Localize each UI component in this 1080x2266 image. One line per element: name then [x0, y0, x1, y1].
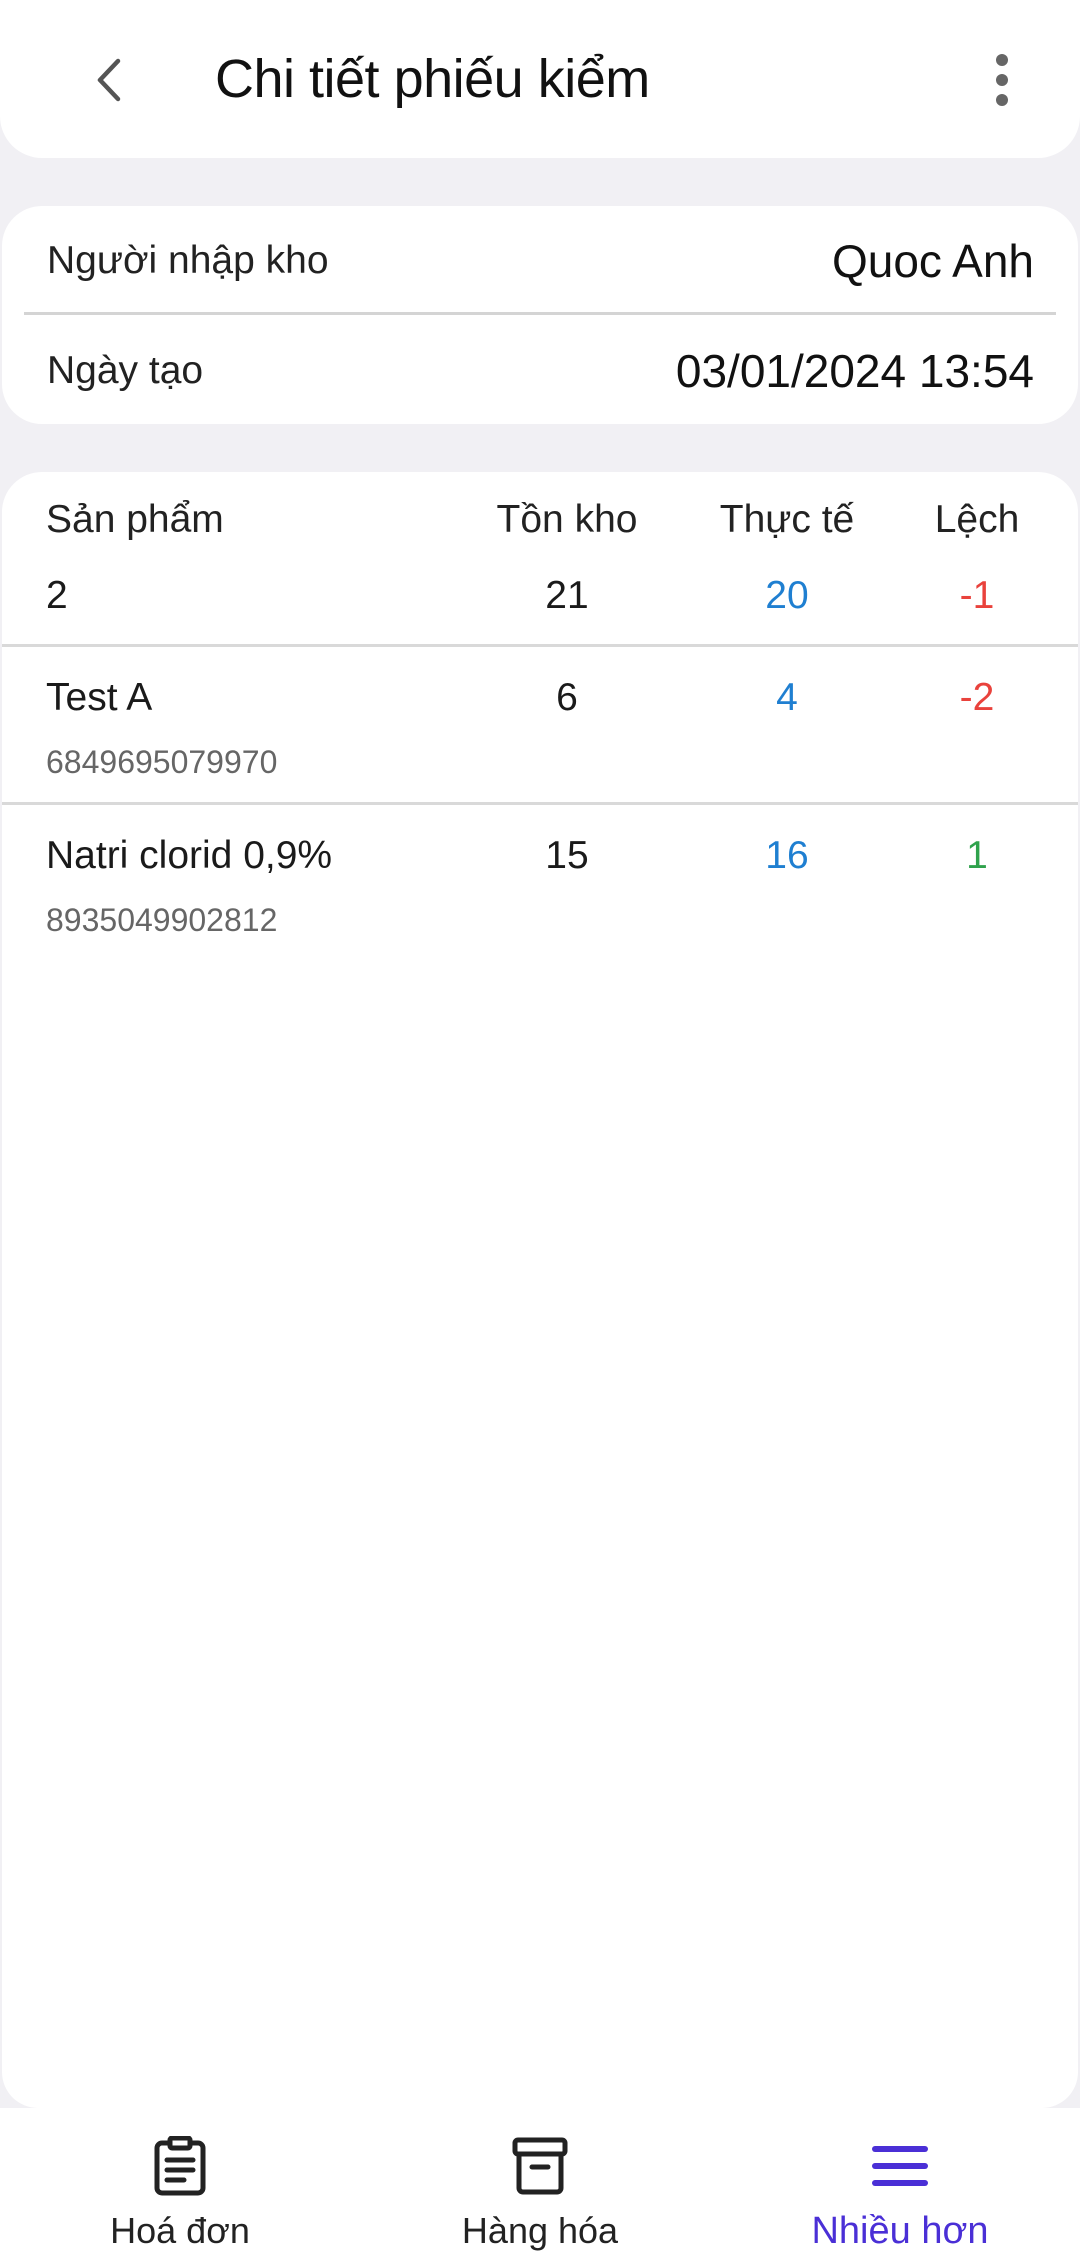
- date-value: 03/01/2024 13:54: [675, 345, 1034, 397]
- page: Chi tiết phiếu kiểm Người nhập kho Quoc …: [0, 0, 1080, 2266]
- creator-value: Quoc Anh: [831, 235, 1034, 287]
- archive-box-icon: [512, 2137, 568, 2195]
- app-header: Chi tiết phiếu kiểm: [0, 0, 1080, 158]
- nav-item-invoices[interactable]: Hoá đơn: [0, 2108, 360, 2266]
- more-vertical-icon: [996, 54, 1008, 106]
- nav-item-more[interactable]: Nhiều hơn: [720, 2108, 1080, 2266]
- date-label: Ngày tạo: [47, 349, 204, 392]
- back-button[interactable]: [74, 40, 144, 120]
- menu-icon: [872, 2146, 928, 2186]
- product-diff: -2: [959, 676, 995, 719]
- inventory-table: Sản phẩm Tồn kho Thực tế Lệch 2 21 20 -1…: [2, 472, 1078, 2108]
- row-divider: [2, 644, 1078, 647]
- clipboard-icon: [154, 2136, 206, 2196]
- summary-stock: 21: [545, 574, 589, 617]
- divider: [24, 312, 1056, 315]
- column-header-stock: Tồn kho: [496, 498, 638, 541]
- row-divider: [2, 802, 1078, 805]
- product-actual: 4: [776, 676, 798, 719]
- chevron-left-icon: [97, 58, 121, 102]
- date-row: Ngày tạo 03/01/2024 13:54: [2, 316, 1078, 426]
- nav-label: Nhiều hơn: [811, 2210, 989, 2252]
- summary-diff: -1: [959, 574, 995, 617]
- product-diff: 1: [966, 834, 988, 877]
- product-stock: 6: [556, 676, 578, 719]
- creator-label: Người nhập kho: [47, 239, 329, 282]
- nav-label: Hoá đơn: [110, 2210, 250, 2251]
- bottom-navigation: Hoá đơn Hàng hóa Nhiều hơn: [0, 2108, 1080, 2266]
- column-header-product: Sản phẩm: [46, 498, 224, 541]
- creator-row: Người nhập kho Quoc Anh: [2, 206, 1078, 316]
- product-code: 8935049902812: [46, 902, 278, 938]
- product-code: 6849695079970: [46, 744, 278, 780]
- column-header-actual: Thực tế: [719, 498, 855, 541]
- column-header-diff: Lệch: [934, 498, 1020, 541]
- nav-label: Hàng hóa: [461, 2210, 619, 2251]
- nav-item-products[interactable]: Hàng hóa: [360, 2108, 720, 2266]
- product-name: Natri clorid 0,9%: [46, 834, 333, 877]
- summary-actual: 20: [765, 574, 809, 617]
- summary-count: 2: [46, 574, 68, 617]
- product-name: Test A: [46, 676, 153, 719]
- page-title: Chi tiết phiếu kiểm: [215, 49, 650, 109]
- receipt-info-card: Người nhập kho Quoc Anh Ngày tạo 03/01/2…: [2, 206, 1078, 424]
- product-actual: 16: [765, 834, 809, 877]
- more-options-button[interactable]: [972, 40, 1032, 120]
- product-stock: 15: [545, 834, 589, 877]
